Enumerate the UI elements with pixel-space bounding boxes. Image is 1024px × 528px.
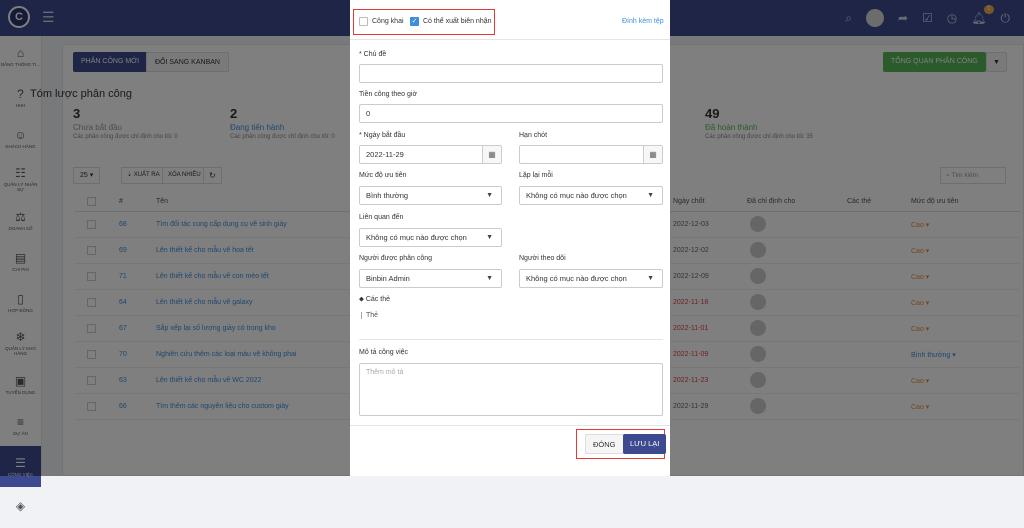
caret-down-icon: ▼ [486, 234, 493, 241]
related-select[interactable]: Không có mục nào được chọn ▼ [359, 228, 502, 247]
follower-label: Người theo dõi [519, 255, 566, 262]
due-date-label: Hạn chót [519, 132, 548, 139]
attach-file-link[interactable]: Đính kèm tệp [622, 18, 664, 25]
tags-label-text: Các thẻ [365, 296, 390, 303]
start-date-value: 2022-11-29 [366, 150, 404, 159]
hourly-rate-input[interactable]: 0 [359, 104, 663, 123]
description-label: Mô tả công việc [359, 349, 409, 356]
billable-label: Có thể xuất biên nhận [423, 18, 492, 25]
due-date-input[interactable]: ▦ [519, 145, 663, 164]
calendar-icon[interactable]: ▦ [643, 146, 662, 163]
related-label: Liên quan đến [359, 214, 404, 221]
assignee-label: Người được phân công [359, 255, 433, 262]
caret-down-icon: ▼ [486, 275, 493, 282]
related-value: Không có mục nào được chọn [366, 233, 467, 242]
subject-label: * Chủ đề [359, 51, 387, 58]
caret-down-icon: ▼ [647, 192, 654, 199]
repeat-label: Lặp lại mỗi [519, 172, 553, 179]
new-task-modal: Công khai ✓ Có thể xuất biên nhận Đính k… [350, 0, 670, 476]
modal-footer: ĐÓNG LƯU LẠI [350, 425, 670, 476]
tag-icon: ⬥ [359, 296, 364, 303]
follower-select[interactable]: Không có mục nào được chọn ▼ [519, 269, 663, 288]
tags-label: ⬥ Các thẻ [359, 296, 390, 304]
close-button[interactable]: ĐÓNG [585, 434, 624, 454]
assignee-select[interactable]: Binbin Admin ▼ [359, 269, 502, 288]
priority-value: Bình thường [366, 191, 409, 200]
repeat-value: Không có mục nào được chọn [526, 191, 627, 200]
public-checkbox[interactable] [359, 17, 368, 26]
follower-value: Không có mục nào được chọn [526, 274, 627, 283]
start-date-label: * Ngày bắt đầu [359, 132, 406, 139]
divider [359, 339, 663, 340]
public-label: Công khai [372, 18, 404, 25]
billable-checkbox[interactable]: ✓ [410, 17, 419, 26]
save-button[interactable]: LƯU LẠI [623, 434, 667, 454]
subject-input[interactable] [359, 64, 663, 83]
priority-label: Mức độ ưu tiên [359, 172, 407, 179]
priority-select[interactable]: Bình thường ▼ [359, 186, 502, 205]
caret-down-icon: ▼ [647, 275, 654, 282]
assignee-value: Binbin Admin [366, 274, 410, 283]
hourly-rate-label: Tiền công theo giờ [359, 91, 418, 98]
modal-header: Công khai ✓ Có thể xuất biên nhận Đính k… [350, 0, 670, 40]
caret-down-icon: ▼ [486, 192, 493, 199]
calendar-icon[interactable]: ▦ [482, 146, 501, 163]
start-date-input[interactable]: 2022-11-29 ▦ [359, 145, 502, 164]
repeat-select[interactable]: Không có mục nào được chọn ▼ [519, 186, 663, 205]
more-icon: ◈ [15, 499, 26, 513]
sidebar-item-more[interactable]: ◈ [0, 487, 41, 528]
description-textarea[interactable]: Thêm mô tả [359, 363, 663, 416]
tags-input[interactable]: Thẻ [361, 312, 378, 319]
